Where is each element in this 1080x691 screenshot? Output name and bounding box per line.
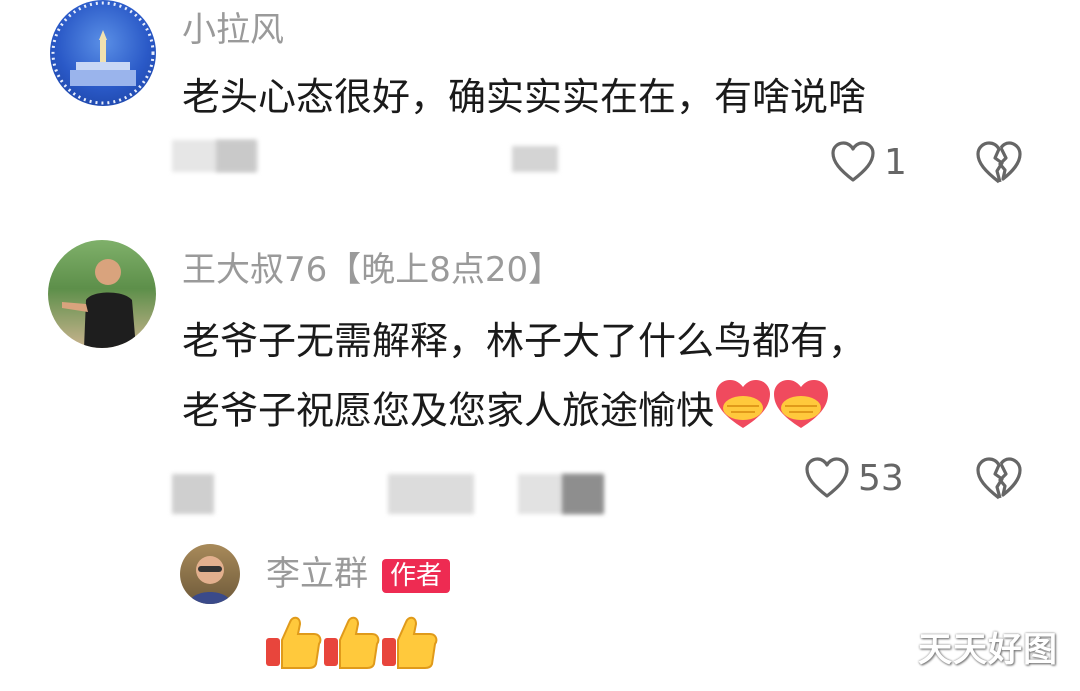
handshake-emoji-icon	[772, 378, 830, 448]
avatar[interactable]	[48, 240, 156, 348]
like-button[interactable]: 1	[830, 140, 907, 184]
like-count: 1	[884, 141, 907, 183]
thumbs-up-emoji-icon	[380, 610, 438, 674]
dislike-button[interactable]	[975, 456, 1023, 506]
heart-outline-icon	[805, 457, 849, 498]
blurred-meta	[172, 126, 592, 172]
avatar[interactable]	[180, 544, 240, 604]
reply-emoji-row	[264, 610, 438, 674]
avatar-image	[188, 556, 232, 604]
author-badge: 作者	[382, 558, 451, 593]
comment-text-line-2-content: 老爷子祝愿您及您家人旅途愉快	[182, 388, 715, 433]
dislike-button[interactable]	[975, 140, 1023, 190]
reply-username-row: 李立群 作者	[266, 554, 451, 594]
comment-username[interactable]: 王大叔76【晚上8点20】	[182, 250, 562, 290]
heart-outline-icon	[831, 141, 875, 182]
avatar-image	[51, 1, 155, 105]
avatar-image	[62, 259, 136, 348]
handshake-emoji-icon	[714, 378, 772, 448]
thumbs-up-emoji-icon	[264, 610, 322, 674]
reply-username[interactable]: 李立群	[266, 554, 368, 594]
comment-text-line-1: 老爷子无需解释，林子大了什么鸟都有，	[182, 319, 867, 363]
avatar[interactable]	[50, 0, 156, 106]
comment-username[interactable]: 小拉风	[182, 10, 284, 50]
like-count: 53	[858, 457, 904, 499]
comment-2: 王大叔76【晚上8点20】 老爷子无需解释，林子大了什么鸟都有， 老爷子祝愿您及…	[0, 236, 1080, 536]
blurred-meta	[172, 470, 612, 516]
like-button[interactable]: 53	[804, 456, 904, 500]
broken-heart-icon	[976, 457, 1022, 500]
watermark: 天天好图	[918, 630, 1058, 670]
comment-text: 老头心态很好，确实实实在在，有啥说啥	[182, 75, 867, 119]
broken-heart-icon	[976, 141, 1022, 184]
thumbs-up-emoji-icon	[322, 610, 380, 674]
comment-1: 小拉风 老头心态很好，确实实实在在，有啥说啥 1	[0, 0, 1080, 220]
comment-text-line-2: 老爷子祝愿您及您家人旅途愉快	[182, 378, 830, 448]
